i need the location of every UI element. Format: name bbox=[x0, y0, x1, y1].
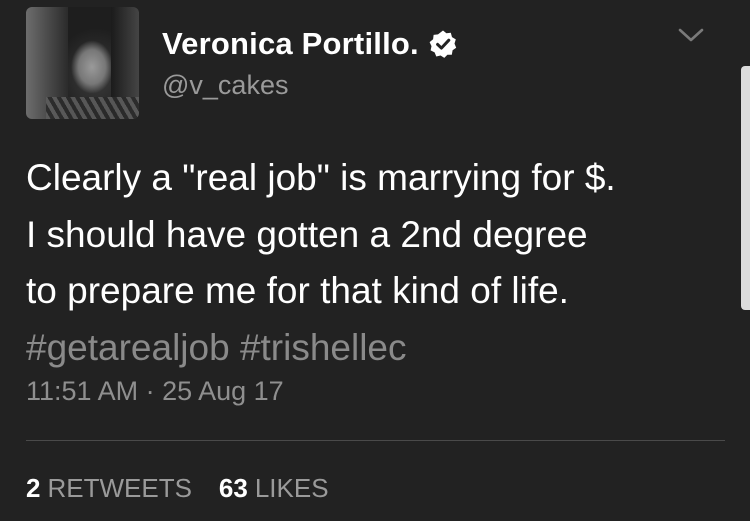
retweets-label: RETWEETS bbox=[47, 473, 192, 503]
tweet-text: Clearly a "real job" is marrying for $. … bbox=[26, 150, 731, 376]
author-handle[interactable]: @v_cakes bbox=[162, 70, 288, 101]
author-name-row[interactable]: Veronica Portillo. bbox=[162, 22, 458, 66]
tweet-text-line: I should have gotten a 2nd degree bbox=[26, 213, 588, 255]
tweet-detail: Veronica Portillo. @v_cakes Clearly a "r… bbox=[0, 0, 750, 521]
tweet-hashtags[interactable]: #getarealjob #trishellec bbox=[26, 320, 731, 377]
retweets-stat[interactable]: 2 RETWEETS bbox=[26, 473, 192, 504]
likes-label: LIKES bbox=[254, 473, 329, 503]
divider bbox=[26, 440, 725, 441]
verified-badge-icon bbox=[429, 30, 457, 58]
scrollbar[interactable] bbox=[741, 66, 750, 310]
avatar-scarf bbox=[46, 97, 139, 119]
tweet-timestamp: 11:51 AM · 25 Aug 17 bbox=[26, 376, 284, 406]
likes-count: 63 bbox=[218, 473, 248, 503]
tweet-stats: 2 RETWEETS 63 LIKES bbox=[26, 473, 329, 504]
tweet-text-line: Clearly a "real job" is marrying for $. bbox=[26, 157, 616, 198]
tweet-text-line: to prepare me for that kind of life. bbox=[26, 270, 569, 311]
chevron-down-icon[interactable] bbox=[678, 27, 704, 43]
retweets-count: 2 bbox=[26, 473, 41, 503]
author-name[interactable]: Veronica Portillo. bbox=[162, 26, 419, 62]
likes-stat[interactable]: 63 LIKES bbox=[219, 473, 329, 504]
avatar[interactable] bbox=[26, 7, 139, 119]
